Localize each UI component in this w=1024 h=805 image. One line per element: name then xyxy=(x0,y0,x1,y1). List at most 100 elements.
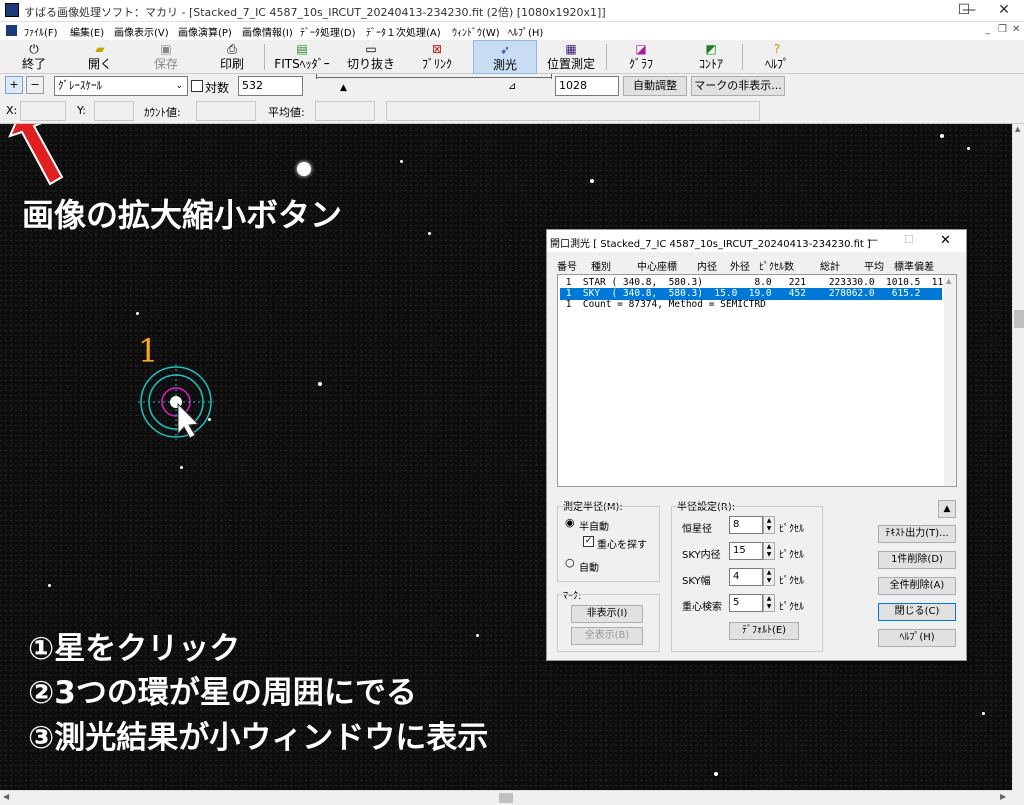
menu-window[interactable]: ｳｨﾝﾄﾞｳ(W) xyxy=(452,24,500,39)
dialog-close-icon[interactable]: ✕ xyxy=(940,233,951,248)
menu-image-ops[interactable]: 画像演算(P) xyxy=(178,24,232,39)
star[interactable] xyxy=(714,772,718,776)
col-header-outer: 外径 xyxy=(730,262,750,273)
star[interactable] xyxy=(428,232,431,235)
auto-label: 自動 xyxy=(579,563,599,574)
list-scroll-up-icon[interactable]: ▲ xyxy=(946,277,951,285)
menu-help[interactable]: ﾍﾙﾌﾟ(H) xyxy=(508,24,543,39)
result-row[interactable]: 1 Count = 87374, Method = SEMICTRD xyxy=(560,299,942,311)
save-button[interactable]: ▣ 保存 xyxy=(144,40,188,74)
crop-button[interactable]: ▭ 切り抜き xyxy=(342,40,400,74)
vscroll-thumb[interactable] xyxy=(1014,310,1024,328)
contour-button[interactable]: ◩ ｺﾝﾄｱ xyxy=(686,40,736,74)
hscroll-thumb[interactable] xyxy=(499,793,513,803)
magnifier-plus-icon: + xyxy=(9,78,19,91)
dialog-help-button[interactable]: ﾍﾙﾌﾟ(H) xyxy=(878,629,956,647)
star-radius-input[interactable]: 8 xyxy=(729,516,763,534)
centroid-search-input[interactable]: 5 xyxy=(729,594,763,612)
results-list[interactable]: 1 STAR ( 340.8, 580.3) 8.0 221 223330.0 … xyxy=(557,274,957,487)
delete-all-button[interactable]: 全件削除(A) xyxy=(878,577,956,595)
star[interactable] xyxy=(476,634,479,637)
zoom-caption: 画像の拡大縮小ボタン xyxy=(22,196,343,234)
sky-inner-input[interactable]: 15 xyxy=(729,542,763,560)
mdi-restore-button[interactable]: ❐ xyxy=(998,24,1007,35)
col-header-number: 番号 xyxy=(557,262,577,273)
app-icon xyxy=(5,3,19,17)
color-mode-select[interactable]: ｸﾞﾚｰｽｹｰﾙ ⌄ xyxy=(54,76,188,96)
star[interactable] xyxy=(967,147,970,150)
menu-edit[interactable]: 編集(E) xyxy=(70,24,104,39)
scroll-left-icon[interactable]: ◀ xyxy=(3,792,9,801)
bright-star[interactable] xyxy=(297,162,311,176)
maximize-button[interactable]: ☐ xyxy=(944,0,984,22)
auto-radio[interactable]: ○ xyxy=(565,556,575,569)
open-button[interactable]: ▰ 開く xyxy=(78,40,122,74)
window-title: すばる画像処理ソフト：マカリ - [Stacked_7_IC 4587_10s_… xyxy=(24,6,606,19)
find-centroid-label: 重心を探す xyxy=(597,540,647,551)
star[interactable] xyxy=(136,312,139,315)
centroid-search-spinner[interactable]: ▲ ▼ xyxy=(763,594,775,612)
up-arrow-button[interactable]: ▲ xyxy=(938,500,956,518)
pixel-info-bar: X: Y: ｶｳﾝﾄ値: 平均値: xyxy=(0,98,1024,124)
menu-image-info[interactable]: 画像情報(I) xyxy=(242,24,293,39)
menu-data-processing[interactable]: ﾃﾞｰﾀ処理(D) xyxy=(300,24,356,39)
level-slider[interactable]: ▲ ⊿ xyxy=(316,74,556,95)
col-header-center: 中心座標 xyxy=(637,262,677,273)
menu-bar: ﾌｧｲﾙ(F) 編集(E) 画像表示(V) 画像演算(P) 画像情報(I) ﾃﾞ… xyxy=(0,22,1024,40)
delete-one-button[interactable]: 1件削除(D) xyxy=(878,551,956,569)
menu-data-primary[interactable]: ﾃﾞｰﾀ１次処理(A) xyxy=(366,24,441,39)
y-value xyxy=(94,101,134,121)
auto-adjust-button[interactable]: 自動調整 xyxy=(623,76,687,96)
fits-header-button[interactable]: ▤ FITSﾍｯﾀﾞｰ xyxy=(268,40,336,74)
min-slider-thumb[interactable]: ▲ xyxy=(340,83,347,93)
find-centroid-checkbox[interactable]: ✓ xyxy=(583,536,594,547)
close-button[interactable]: ✕ xyxy=(984,0,1024,22)
text-output-button[interactable]: ﾃｷｽﾄ出力(T)... xyxy=(878,525,956,543)
scroll-up-icon[interactable]: ▲ xyxy=(1015,125,1020,133)
menu-file[interactable]: ﾌｧｲﾙ(F) xyxy=(24,24,58,39)
menu-view[interactable]: 画像表示(V) xyxy=(114,24,169,39)
scroll-right-icon[interactable]: ▶ xyxy=(1000,792,1006,801)
star[interactable] xyxy=(400,160,403,163)
sky-width-input[interactable]: 4 xyxy=(729,568,763,586)
log-checkbox[interactable] xyxy=(191,80,203,92)
star[interactable] xyxy=(590,179,594,183)
graph-button[interactable]: ◪ ｸﾞﾗﾌ xyxy=(616,40,666,74)
hide-marks-button[interactable]: マークの非表示... xyxy=(691,76,785,96)
mdi-close-button[interactable]: ✕ xyxy=(1012,24,1020,35)
photometry-button[interactable]: ➶ 測光 xyxy=(473,40,537,74)
default-button[interactable]: ﾃﾞﾌｫﾙﾄ(E) xyxy=(729,622,799,640)
exit-button[interactable]: ⏻ 終了 xyxy=(12,40,56,74)
doc-icon xyxy=(6,25,17,36)
min-value-input[interactable]: 532 xyxy=(238,76,303,96)
vertical-scrollbar[interactable]: ▲ xyxy=(1012,124,1024,790)
sky-width-spinner[interactable]: ▲ ▼ xyxy=(763,568,775,586)
sky-inner-label: SKY内径 xyxy=(682,550,721,561)
semi-auto-radio[interactable]: ◉ xyxy=(565,516,575,529)
help-button[interactable]: ? ﾍﾙﾌﾟ xyxy=(752,40,802,74)
show-all-marks-button[interactable]: 全表示(B) xyxy=(571,627,643,645)
astrometry-button[interactable]: ▦ 位置測定 xyxy=(540,40,602,74)
horizontal-scrollbar[interactable]: ◀ ▶ xyxy=(0,790,1012,805)
max-value-input[interactable]: 1028 xyxy=(555,76,619,96)
crop-icon: ▭ xyxy=(365,42,377,56)
star[interactable] xyxy=(940,134,944,138)
zoom-in-button[interactable]: + xyxy=(5,76,23,94)
print-button[interactable]: ⎙ 印刷 xyxy=(210,40,254,74)
max-slider-thumb[interactable]: ⊿ xyxy=(508,81,516,92)
close-dialog-button[interactable]: 閉じる(C) xyxy=(878,603,956,621)
blink-button[interactable]: ⊠ ﾌﾞﾘﾝｸ xyxy=(408,40,466,74)
zoom-out-button[interactable]: − xyxy=(26,76,44,94)
hide-marks-dialog-button[interactable]: 非表示(I) xyxy=(571,605,643,623)
star[interactable] xyxy=(318,382,322,386)
semi-auto-label: 半自動 xyxy=(579,522,609,533)
mdi-minimize-button[interactable]: _ xyxy=(985,24,990,35)
list-scrollbar[interactable]: ▲ xyxy=(944,275,956,486)
dialog-minimize-button[interactable]: — xyxy=(867,233,878,246)
toolbar-separator xyxy=(264,44,265,70)
star[interactable] xyxy=(48,584,51,587)
star[interactable] xyxy=(180,466,183,469)
star[interactable] xyxy=(982,712,985,715)
star-radius-spinner[interactable]: ▲ ▼ xyxy=(763,516,775,534)
sky-inner-spinner[interactable]: ▲ ▼ xyxy=(763,542,775,560)
